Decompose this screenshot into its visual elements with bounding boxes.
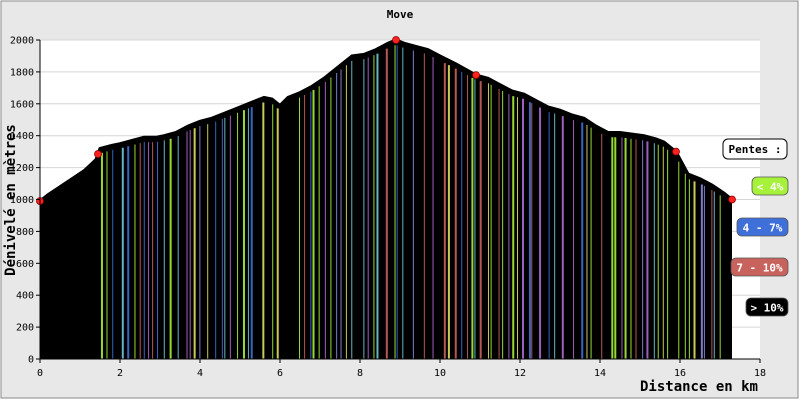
- profile-marker: [472, 71, 480, 79]
- x-tick-label: 8: [357, 368, 363, 379]
- profile-marker: [94, 150, 102, 158]
- legend-label: 7 - 10%: [736, 262, 783, 275]
- y-tick-label: 200: [16, 323, 34, 334]
- legend-label: > 10%: [750, 302, 783, 315]
- x-tick-label: 0: [37, 368, 43, 379]
- chart-title: Move: [387, 8, 414, 21]
- x-tick-label: 16: [674, 368, 686, 379]
- legend-title: Pentes :: [729, 143, 782, 156]
- x-tick-label: 6: [277, 368, 283, 379]
- x-tick-label: 14: [594, 368, 606, 379]
- y-tick-label: 1600: [10, 99, 34, 110]
- x-tick-label: 10: [434, 368, 446, 379]
- x-tick-label: 4: [197, 368, 203, 379]
- x-tick-label: 12: [514, 368, 526, 379]
- legend-label: < 4%: [757, 181, 784, 194]
- x-tick-label: 18: [754, 368, 766, 379]
- profile-marker: [392, 36, 400, 44]
- profile-marker: [728, 195, 736, 204]
- y-tick-label: 400: [16, 291, 34, 302]
- elevation-profile-chart: 0 2 4 6 8 10 12 14 16 18 0 200 400 600 800 1000 1200 140…: [0, 0, 800, 400]
- y-tick-label: 1800: [10, 67, 34, 78]
- profile-marker: [672, 147, 680, 156]
- x-axis-label: Distance en km: [640, 379, 758, 395]
- y-tick-label: 0: [28, 355, 34, 366]
- y-axis-label: Dénivelé en mètres: [3, 124, 19, 276]
- chart-canvas: 0 2 4 6 8 10 12 14 16 18 020040060080010001200140…: [0, 0, 799, 399]
- legend-label: 4 - 7%: [743, 222, 783, 235]
- x-tick-label: 2: [117, 368, 123, 379]
- y-tick-label: 2000: [10, 36, 34, 47]
